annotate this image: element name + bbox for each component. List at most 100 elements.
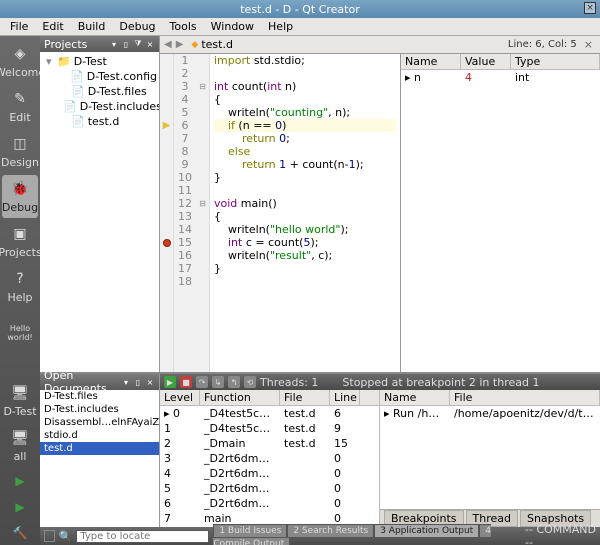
file-icon: 📄 bbox=[71, 115, 85, 128]
statusbar: 🔍 1 Build Issues2 Search Results3 Applic… bbox=[40, 527, 600, 545]
stack-frame[interactable]: 1_D4test5cou…test.d9 bbox=[160, 421, 379, 436]
open-doc-item[interactable]: D-Test.files bbox=[40, 390, 159, 403]
mode-welcome[interactable]: ◈Welcome bbox=[2, 40, 38, 83]
tab-test-d[interactable]: ◆ test.d bbox=[187, 38, 237, 51]
line-number-gutter: 123456789101112131415161718 bbox=[174, 54, 196, 372]
window-titlebar: test.d - D - Qt Creator × bbox=[0, 0, 600, 18]
panel-split-icon[interactable]: ▯ bbox=[121, 39, 131, 49]
col-line[interactable]: Line bbox=[330, 390, 360, 405]
mode-design[interactable]: ◫Design bbox=[2, 130, 38, 173]
run-button[interactable]: ▶ bbox=[10, 471, 30, 491]
close-icon[interactable]: × bbox=[584, 2, 596, 14]
fold-icon[interactable]: ⊟ bbox=[199, 199, 206, 208]
tree-item[interactable]: 📄D-Test.includes bbox=[42, 99, 157, 114]
nav-fwd-icon[interactable]: ▶ bbox=[176, 39, 184, 50]
mode-projects[interactable]: ▣Projects bbox=[2, 220, 38, 263]
breakpoint-gutter[interactable]: ▶ bbox=[160, 54, 174, 372]
code-editor[interactable]: ▶ 123456789101112131415161718 ⊟⊟ import … bbox=[160, 54, 400, 372]
panel-close-icon[interactable]: × bbox=[145, 377, 155, 387]
output-tab-0[interactable]: 1 Build Issues bbox=[213, 524, 287, 538]
tab-label: test.d bbox=[201, 38, 233, 51]
expand-icon[interactable]: ▾ bbox=[46, 55, 54, 68]
tree-item[interactable]: 📄D-Test.config bbox=[42, 69, 157, 84]
progress-icon[interactable] bbox=[44, 530, 55, 542]
col-file[interactable]: File bbox=[280, 390, 330, 405]
output-tab-2[interactable]: 3 Application Output bbox=[374, 524, 479, 538]
panel-split-icon[interactable]: ▯ bbox=[133, 377, 143, 387]
panel-close-icon[interactable]: × bbox=[145, 39, 155, 49]
step-into-button[interactable]: ↳ bbox=[212, 376, 224, 388]
open-docs-list[interactable]: D-Test.filesD-Test.includesDisassembl…el… bbox=[40, 390, 159, 527]
stack-frame[interactable]: 4_D2rt6dmain…0 bbox=[160, 466, 379, 481]
mode-label: Help bbox=[7, 291, 32, 304]
panel-dropdown-icon[interactable]: ▾ bbox=[109, 39, 119, 49]
monitor-icon: 🖥 bbox=[10, 428, 30, 448]
col-type[interactable]: Type bbox=[511, 54, 600, 69]
debug-run-button[interactable]: ▶ bbox=[10, 497, 30, 517]
col-value[interactable]: Value bbox=[461, 54, 511, 69]
tab-close-icon[interactable]: × bbox=[581, 38, 596, 51]
target-selector[interactable]: 🖥D-Test bbox=[2, 379, 38, 422]
col-function[interactable]: Function bbox=[200, 390, 280, 405]
mode-debug[interactable]: 🐞Debug bbox=[2, 175, 38, 218]
stack-header: Level Function File Line bbox=[160, 390, 379, 406]
projects-tree[interactable]: ▾📁D-Test📄D-Test.config📄D-Test.files📄D-Te… bbox=[40, 52, 159, 372]
mode-label: Design bbox=[1, 156, 39, 169]
locals-row[interactable]: ▸ n4int bbox=[401, 70, 600, 85]
menu-tools[interactable]: Tools bbox=[164, 19, 203, 34]
fold-icon[interactable]: ⊟ bbox=[199, 82, 206, 91]
col-run-file[interactable]: File bbox=[450, 390, 600, 405]
menu-window[interactable]: Window bbox=[205, 19, 260, 34]
stack-panel: Level Function File Line ▸ 0_D4test5cou…… bbox=[160, 390, 380, 527]
menu-debug[interactable]: Debug bbox=[113, 19, 161, 34]
step-over-button[interactable]: ↷ bbox=[196, 376, 208, 388]
col-name[interactable]: Name bbox=[401, 54, 461, 69]
restart-button[interactable]: ⟲ bbox=[244, 376, 256, 388]
thread-selector[interactable]: Threads: 1 bbox=[260, 376, 318, 389]
subtarget-selector[interactable]: 🖥all bbox=[2, 424, 38, 467]
stack-frame[interactable]: 3_D2rt6dmain…0 bbox=[160, 451, 379, 466]
locator-input[interactable] bbox=[76, 530, 209, 543]
stack-frame[interactable]: 2_Dmaintest.d15 bbox=[160, 436, 379, 451]
open-doc-item[interactable]: test.d bbox=[40, 442, 159, 455]
step-out-button[interactable]: ↰ bbox=[228, 376, 240, 388]
build-button[interactable]: 🔨 bbox=[10, 523, 30, 543]
tree-item[interactable]: ▾📁D-Test bbox=[42, 54, 157, 69]
search-icon[interactable]: 🔍 bbox=[59, 530, 73, 543]
stack-frame[interactable]: 6_D2rt6dmain…0 bbox=[160, 496, 379, 511]
stack-body[interactable]: ▸ 0_D4test5cou…test.d6 1_D4test5cou…test… bbox=[160, 406, 379, 527]
mode-help[interactable]: ?Help bbox=[2, 265, 38, 308]
menu-edit[interactable]: Edit bbox=[36, 19, 69, 34]
debug-panel: ▶ ■ ↷ ↳ ↰ ⟲ Threads: 1 Stopped at breakp… bbox=[160, 374, 600, 527]
open-doc-item[interactable]: D-Test.includes bbox=[40, 403, 159, 416]
projects-panel: Projects ▾ ▯ ⧩ × ▾📁D-Test📄D-Test.config📄… bbox=[40, 36, 160, 372]
nav-back-icon[interactable]: ◀ bbox=[164, 39, 172, 50]
locals-body[interactable]: ▸ n4int bbox=[401, 70, 600, 372]
panel-filter-icon[interactable]: ⧩ bbox=[133, 39, 143, 49]
fold-gutter[interactable]: ⊟⊟ bbox=[196, 54, 210, 372]
mode-sidebar: ◈Welcome✎Edit◫Design🐞Debug▣Projects?Help… bbox=[0, 36, 40, 545]
open-doc-item[interactable]: stdio.d bbox=[40, 429, 159, 442]
run-row[interactable]: ▸ Run /hom…/home/apoenitz/dev/d/test/tes… bbox=[380, 406, 600, 421]
stop-button[interactable]: ■ bbox=[180, 376, 192, 388]
tree-item[interactable]: 📄test.d bbox=[42, 114, 157, 129]
output-tab-1[interactable]: 2 Search Results bbox=[287, 524, 374, 538]
continue-button[interactable]: ▶ bbox=[164, 376, 176, 388]
menu-file[interactable]: File bbox=[4, 19, 34, 34]
run-body[interactable]: ▸ Run /hom…/home/apoenitz/dev/d/test/tes… bbox=[380, 406, 600, 509]
open-doc-item[interactable]: Disassembl…elnFAyaiZv) bbox=[40, 416, 159, 429]
stack-frame[interactable]: ▸ 0_D4test5cou…test.d6 bbox=[160, 406, 379, 421]
col-level[interactable]: Level bbox=[160, 390, 200, 405]
menu-build[interactable]: Build bbox=[72, 19, 112, 34]
projects-panel-title: Projects bbox=[44, 38, 87, 51]
locals-header: Name Value Type bbox=[401, 54, 600, 70]
file-icon: 📄 bbox=[70, 70, 84, 83]
stack-frame[interactable]: 5_D2rt6dmain…0 bbox=[160, 481, 379, 496]
code-text[interactable]: import std.stdio;int count(int n){ write… bbox=[210, 54, 400, 372]
mode-edit[interactable]: ✎Edit bbox=[2, 85, 38, 128]
panel-dropdown-icon[interactable]: ▾ bbox=[121, 377, 131, 387]
breakpoint-icon[interactable] bbox=[163, 239, 171, 247]
menu-help[interactable]: Help bbox=[262, 19, 299, 34]
col-run-name[interactable]: Name bbox=[380, 390, 450, 405]
tree-item[interactable]: 📄D-Test.files bbox=[42, 84, 157, 99]
